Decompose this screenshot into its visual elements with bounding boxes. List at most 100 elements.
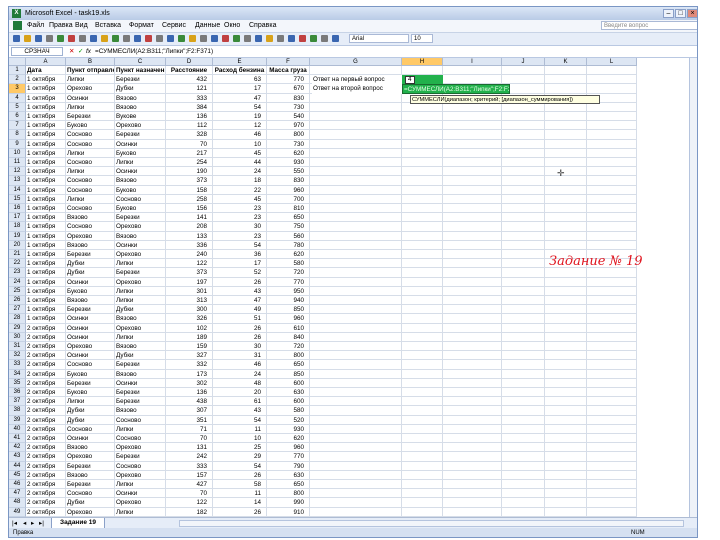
table-cell[interactable]: Вукове	[115, 112, 166, 122]
empty-cell[interactable]	[402, 397, 443, 407]
empty-cell[interactable]	[545, 158, 587, 168]
table-cell[interactable]: 45	[213, 194, 267, 204]
table-cell[interactable]: 790	[267, 461, 310, 471]
table-cell[interactable]: 2 октября	[26, 461, 66, 471]
empty-cell[interactable]	[545, 148, 587, 158]
row-header-44[interactable]: 44	[9, 461, 26, 471]
empty-cell[interactable]	[402, 240, 443, 250]
table-cell[interactable]: 1 октября	[26, 185, 66, 195]
header-cell[interactable]: Расстояние	[166, 66, 213, 76]
empty-cell[interactable]	[545, 397, 587, 407]
table-cell[interactable]: 1 октября	[26, 158, 66, 168]
empty-cell[interactable]	[402, 498, 443, 508]
table-cell[interactable]: 20	[213, 388, 267, 398]
empty-cell[interactable]	[502, 406, 545, 416]
table-cell[interactable]: Сосново	[115, 461, 166, 471]
table-cell[interactable]: 10	[213, 434, 267, 444]
table-cell[interactable]: 960	[267, 185, 310, 195]
table-cell[interactable]: Осинки	[66, 314, 115, 324]
table-cell[interactable]: 26	[213, 323, 267, 333]
empty-cell[interactable]	[587, 176, 637, 186]
empty-cell[interactable]	[402, 470, 443, 480]
empty-cell[interactable]	[502, 480, 545, 490]
empty-cell[interactable]	[545, 489, 587, 499]
table-cell[interactable]: 71	[166, 424, 213, 434]
empty-cell[interactable]	[587, 102, 637, 112]
row-header-37[interactable]: 37	[9, 397, 26, 407]
row-header-48[interactable]: 48	[9, 498, 26, 508]
table-cell[interactable]: 1 октября	[26, 305, 66, 315]
table-cell[interactable]: Липки	[66, 194, 115, 204]
table-cell[interactable]: 630	[267, 388, 310, 398]
column-header-a[interactable]: A	[26, 58, 66, 66]
table-cell[interactable]: Вязово	[115, 176, 166, 186]
table-cell[interactable]: 254	[166, 158, 213, 168]
table-cell[interactable]: 2 октября	[26, 332, 66, 342]
table-cell[interactable]: Липки	[66, 167, 115, 177]
table-cell[interactable]: 2 октября	[26, 434, 66, 444]
table-cell[interactable]: Березки	[115, 360, 166, 370]
empty-cell[interactable]	[502, 66, 545, 76]
header-cell[interactable]: Расход бензина	[213, 66, 267, 76]
empty-cell[interactable]	[545, 222, 587, 232]
empty-cell[interactable]	[545, 443, 587, 453]
menu-item-4[interactable]: Вставка	[95, 20, 121, 32]
table-cell[interactable]: 159	[166, 342, 213, 352]
table-cell[interactable]: Липки	[66, 102, 115, 112]
table-cell[interactable]: 48	[213, 378, 267, 388]
row-header-6[interactable]: 6	[9, 112, 26, 122]
empty-cell[interactable]	[545, 296, 587, 306]
table-cell[interactable]: 720	[267, 268, 310, 278]
row-header-14[interactable]: 14	[9, 185, 26, 195]
empty-cell[interactable]	[402, 342, 443, 352]
table-cell[interactable]: 650	[267, 360, 310, 370]
empty-cell[interactable]	[443, 369, 502, 379]
table-cell[interactable]: 970	[267, 121, 310, 131]
row-header-34[interactable]: 34	[9, 369, 26, 379]
table-cell[interactable]: 52	[213, 268, 267, 278]
table-cell[interactable]: 30	[213, 222, 267, 232]
empty-cell[interactable]	[402, 112, 443, 122]
empty-cell[interactable]	[402, 130, 443, 140]
table-cell[interactable]: 61	[213, 397, 267, 407]
row-header-47[interactable]: 47	[9, 489, 26, 499]
table-cell[interactable]: 208	[166, 222, 213, 232]
table-cell[interactable]: 950	[267, 286, 310, 296]
empty-cell[interactable]	[310, 480, 402, 490]
table-cell[interactable]: 610	[267, 323, 310, 333]
table-cell[interactable]: 36	[213, 250, 267, 260]
toolbar-button-icon-1[interactable]	[13, 35, 20, 42]
empty-cell[interactable]	[502, 286, 545, 296]
empty-cell[interactable]	[502, 121, 545, 131]
table-cell[interactable]: 720	[267, 342, 310, 352]
table-cell[interactable]: Вязово	[115, 314, 166, 324]
empty-cell[interactable]	[545, 415, 587, 425]
table-cell[interactable]: 373	[166, 268, 213, 278]
table-cell[interactable]: Дубки	[115, 351, 166, 361]
vertical-scrollbar[interactable]	[689, 58, 697, 517]
table-cell[interactable]: 328	[166, 130, 213, 140]
table-cell[interactable]: 190	[166, 167, 213, 177]
empty-cell[interactable]	[402, 360, 443, 370]
fx-icon[interactable]: fx	[86, 46, 91, 57]
empty-cell[interactable]	[310, 452, 402, 462]
table-cell[interactable]: Орехово	[115, 498, 166, 508]
toolbar-button-icon-24[interactable]	[266, 35, 273, 42]
table-cell[interactable]: 1 октября	[26, 93, 66, 103]
table-cell[interactable]: 307	[166, 406, 213, 416]
formula-input[interactable]: =СУММЕСЛИ(A2:B311;"Липки";F2:F371)	[95, 46, 213, 57]
toolbar-button-icon-18[interactable]	[200, 35, 207, 42]
column-header-h[interactable]: H	[402, 58, 443, 66]
empty-cell[interactable]	[587, 415, 637, 425]
table-cell[interactable]: 630	[267, 470, 310, 480]
row-header-33[interactable]: 33	[9, 360, 26, 370]
empty-cell[interactable]	[310, 185, 402, 195]
table-cell[interactable]: 730	[267, 102, 310, 112]
empty-cell[interactable]	[587, 314, 637, 324]
empty-cell[interactable]	[443, 323, 502, 333]
empty-cell[interactable]	[310, 332, 402, 342]
table-cell[interactable]: 830	[267, 176, 310, 186]
empty-cell[interactable]	[502, 204, 545, 214]
table-cell[interactable]: 11	[213, 489, 267, 499]
empty-cell[interactable]	[545, 351, 587, 361]
